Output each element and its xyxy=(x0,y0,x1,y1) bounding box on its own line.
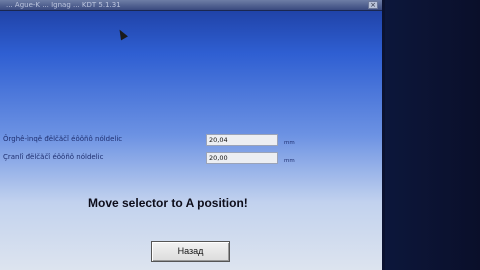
field-label-1: Ôrghê-ìnqê đëlčăčî éôôñô nóldelic xyxy=(3,135,123,143)
field-label-2: Çranlî đëlčăčî éôôñô nóldelic xyxy=(3,153,104,161)
window-title: ... Ague-K ... Ignag ... KDT 5.1.31 xyxy=(6,1,121,9)
close-button[interactable]: × xyxy=(368,1,378,9)
unit-label-1: mm xyxy=(284,140,295,146)
unit-label-2: mm xyxy=(284,158,295,164)
screen: ... Ague-K ... Ignag ... KDT 5.1.31 × Ôr… xyxy=(0,0,480,270)
measurement-field-2[interactable]: 20,00 xyxy=(206,152,278,164)
instruction-message: Move selector to A position! xyxy=(88,196,248,210)
title-bar[interactable]: ... Ague-K ... Ignag ... KDT 5.1.31 × xyxy=(0,0,382,11)
mouse-pointer-icon xyxy=(116,27,128,41)
app-window: ... Ague-K ... Ignag ... KDT 5.1.31 × Ôr… xyxy=(0,0,385,270)
measurement-field-1[interactable]: 20,04 xyxy=(206,134,278,146)
back-button[interactable]: Назад xyxy=(151,241,230,262)
